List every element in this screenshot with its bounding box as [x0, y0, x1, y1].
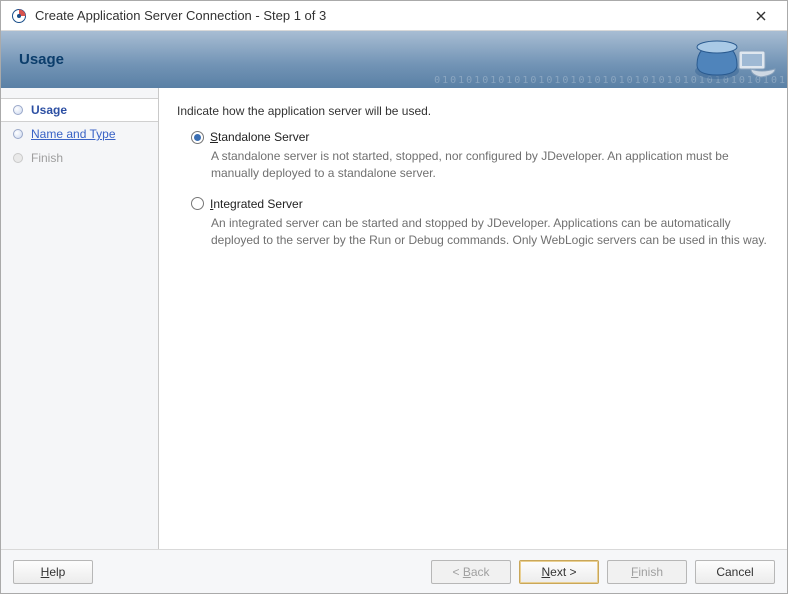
step-name-and-type[interactable]: Name and Type	[1, 122, 158, 146]
step-dot-icon	[13, 153, 23, 163]
step-dot-icon	[13, 105, 23, 115]
close-button[interactable]	[741, 3, 781, 29]
finish-button: Finish	[607, 560, 687, 584]
window-title: Create Application Server Connection - S…	[35, 8, 741, 23]
step-label: Usage	[31, 103, 67, 117]
radio-standalone-server[interactable]: Standalone Server	[191, 130, 769, 144]
radio-integrated-server[interactable]: Integrated Server	[191, 197, 769, 211]
wizard-steps-sidebar: Usage Name and Type Finish	[1, 88, 159, 549]
cancel-button[interactable]: Cancel	[695, 560, 775, 584]
radio-icon	[191, 197, 204, 210]
banner-art-icon	[689, 35, 779, 83]
step-finish: Finish	[1, 146, 158, 170]
radio-label: Integrated Server	[210, 197, 303, 211]
banner-title: Usage	[19, 51, 64, 68]
app-icon	[11, 8, 27, 24]
wizard-body: Usage Name and Type Finish Indicate how …	[1, 88, 787, 549]
wizard-footer: Help < Back Next > Finish Cancel	[1, 549, 787, 593]
wizard-banner: Usage 0101010101010101010101010101010101…	[1, 31, 787, 88]
step-label: Name and Type	[31, 127, 116, 141]
step-usage[interactable]: Usage	[1, 98, 158, 122]
title-bar: Create Application Server Connection - S…	[1, 1, 787, 31]
step-label: Finish	[31, 151, 63, 165]
intro-text: Indicate how the application server will…	[177, 104, 769, 118]
radio-icon	[191, 131, 204, 144]
step-dot-icon	[13, 129, 23, 139]
radio-label: Standalone Server	[210, 130, 309, 144]
radio-standalone-desc: A standalone server is not started, stop…	[211, 148, 769, 183]
help-button[interactable]: Help	[13, 560, 93, 584]
wizard-content: Indicate how the application server will…	[159, 88, 787, 549]
radio-integrated-desc: An integrated server can be started and …	[211, 215, 769, 250]
next-button[interactable]: Next >	[519, 560, 599, 584]
back-button: < Back	[431, 560, 511, 584]
